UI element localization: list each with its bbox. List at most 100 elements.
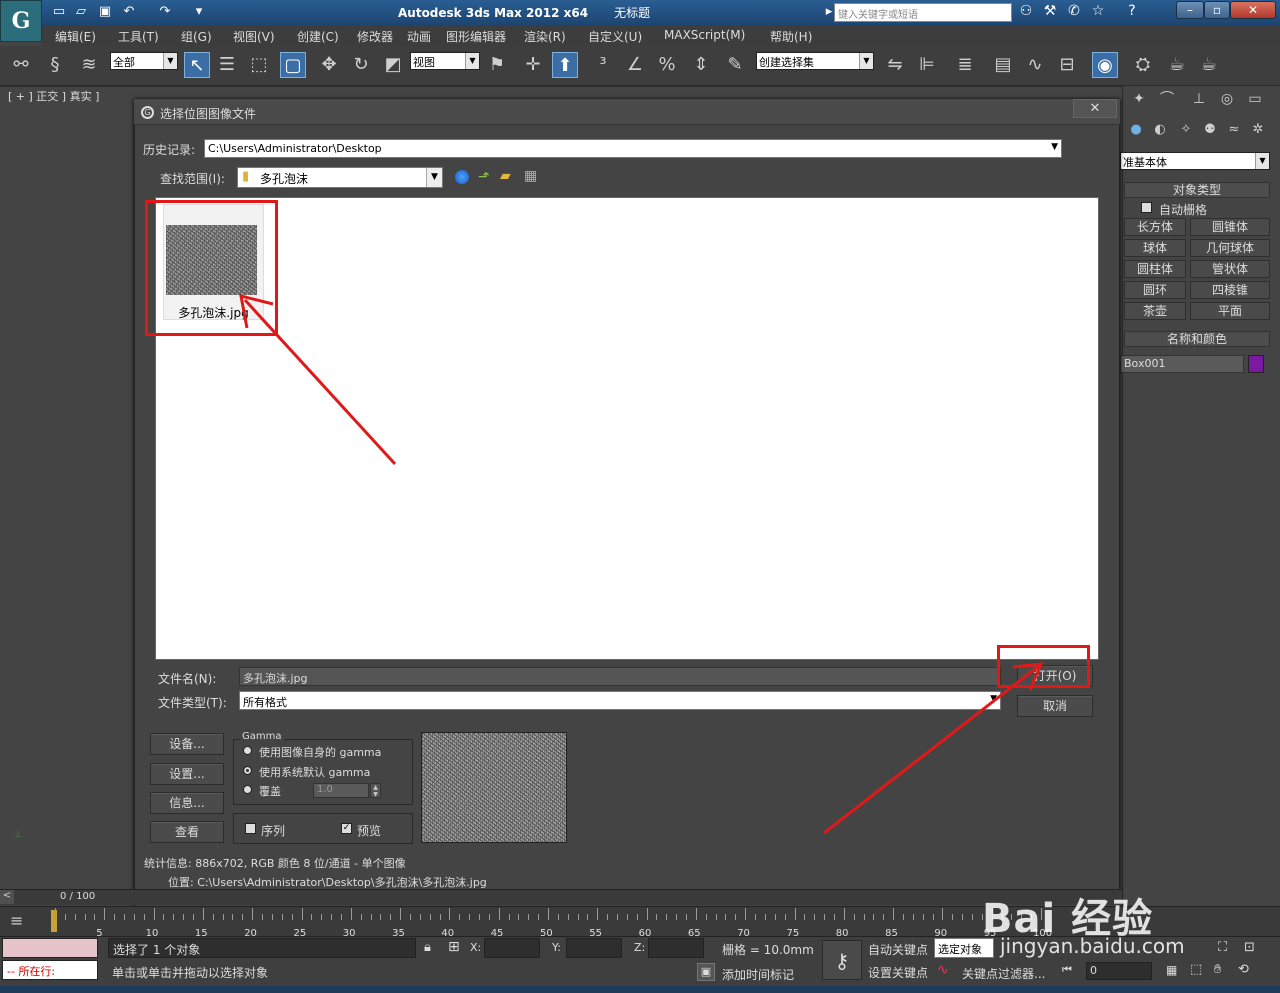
track-bar-tick-mark [528, 914, 530, 920]
track-bar-tick-mark [173, 914, 175, 920]
track-bar-tick-mark [478, 914, 480, 920]
selection-status: 选择了 1 个对象 [108, 938, 416, 958]
arrow-to-open [823, 662, 1044, 835]
track-bar-tick-mark [360, 914, 362, 920]
transform-mode-icon[interactable]: ⊞ [448, 939, 460, 955]
track-bar-tick-mark [755, 914, 757, 920]
track-bar-tick-mark [419, 914, 421, 920]
baidu-watermark-url: jingyan.baidu.com [1000, 934, 1185, 958]
time-slider-frame: 0 / 100 [60, 891, 96, 902]
track-bar-tick-mark [133, 914, 135, 920]
track-bar-tick-mark [212, 914, 214, 920]
track-bar-tick-mark [577, 914, 579, 920]
track-bar-tick-mark [281, 914, 283, 920]
track-bar-tick-mark [922, 914, 924, 920]
go-to-start-icon[interactable]: ⏮ [1062, 963, 1072, 977]
z-coordinate-field[interactable] [648, 938, 704, 958]
track-bar-tick-mark [380, 914, 382, 920]
track-bar-tick-mark [508, 914, 510, 920]
time-marker[interactable] [51, 910, 57, 932]
track-bar-tick-mark [291, 914, 293, 920]
track-bar-tick-mark [626, 914, 628, 920]
track-bar-tick-mark [409, 914, 411, 920]
track-bar-tick-mark [912, 914, 914, 920]
track-bar-tick-mark [636, 914, 638, 920]
pan-hand-icon[interactable]: ✋︎ [1214, 962, 1221, 977]
maximize-viewport-icon[interactable]: ⛶ [1218, 940, 1227, 955]
maxscript-listener-mini[interactable] [2, 938, 98, 958]
time-slider-prev-icon[interactable]: < [0, 890, 14, 904]
track-bar-tick-mark [252, 908, 254, 920]
mini-curve-editor-icon[interactable]: ≡ [10, 911, 23, 930]
track-bar-tick-mark [607, 914, 609, 920]
track-bar-tick-mark [400, 908, 402, 920]
time-tag-icon[interactable]: ▣ [697, 963, 715, 981]
track-bar-tick-mark [321, 914, 323, 920]
os-taskbar [0, 986, 1280, 993]
x-label: X: [470, 941, 482, 954]
track-bar-tick-mark [518, 914, 520, 920]
track-bar-tick-mark [902, 914, 904, 920]
auto-key-button[interactable]: 自动关键点 [868, 941, 928, 958]
current-frame-field[interactable]: 0 [1086, 962, 1152, 980]
track-bar-tick-mark [262, 914, 264, 920]
track-bar-tick-mark [488, 914, 490, 920]
track-bar-tick-mark [705, 914, 707, 920]
time-slider[interactable] [0, 889, 1122, 905]
track-bar-tick-mark [686, 914, 688, 920]
track-bar-tick-mark [202, 908, 204, 920]
track-bar-tick-mark [824, 914, 826, 920]
orbit-icon[interactable]: ⟲ [1238, 962, 1249, 977]
annotation-arrows [239, 293, 1044, 835]
track-bar-tick-mark [232, 914, 234, 920]
track-bar-tick-mark [735, 914, 737, 920]
track-bar-tick-mark [340, 914, 342, 920]
track-bar-tick-mark [64, 914, 66, 920]
track-bar-tick-mark [84, 914, 86, 920]
set-key-icon[interactable]: ⚷ [822, 940, 862, 980]
set-key-button[interactable]: 设置关键点 [868, 964, 928, 981]
track-bar-tick-mark [666, 914, 668, 920]
track-bar-tick-mark [784, 914, 786, 920]
track-bar-tick-mark [301, 908, 303, 920]
y-coordinate-field[interactable] [566, 938, 622, 958]
track-bar-tick-mark [183, 914, 185, 920]
key-curve-icon[interactable]: ∿ [937, 962, 949, 978]
track-bar-tick-mark [695, 908, 697, 920]
add-time-tag-button[interactable]: 添加时间标记 [722, 966, 794, 983]
track-bar-tick-mark [498, 908, 500, 920]
track-bar-tick-mark [804, 914, 806, 920]
track-bar-tick-mark [873, 914, 875, 920]
track-bar-tick-mark [370, 914, 372, 920]
track-bar-tick-mark [843, 908, 845, 920]
grid-size-text: 栅格 = 10.0mm [722, 943, 814, 957]
running-label: 所在行: [18, 965, 56, 978]
track-bar-tick-mark [833, 914, 835, 920]
z-label: Z: [634, 941, 646, 954]
track-bar-tick-mark [350, 908, 352, 920]
track-bar-tick-mark [676, 914, 678, 920]
track-bar-tick-mark [557, 914, 559, 920]
track-bar-tick-mark [74, 914, 76, 920]
track-bar-tick-mark [459, 914, 461, 920]
track-bar-tick-mark [429, 914, 431, 920]
track-bar-tick-mark [656, 914, 658, 920]
y-label: Y: [552, 941, 561, 954]
time-config-icon[interactable]: ▦ [1166, 963, 1177, 977]
zoom-extents-icon[interactable]: ⊡ [1244, 940, 1255, 955]
track-bar-tick-mark [390, 914, 392, 920]
zoom-region-icon[interactable]: ⬚ [1190, 962, 1202, 977]
track-bar-tick-mark [222, 914, 224, 920]
arrow-to-file [239, 293, 397, 466]
track-bar-tick-mark [617, 914, 619, 920]
track-bar-tick-mark [567, 914, 569, 920]
maxscript-line[interactable]: -- 所在行: [2, 960, 98, 980]
track-bar-tick-mark [331, 914, 333, 920]
key-filters-button[interactable]: 关键点过滤器... [962, 965, 1045, 982]
track-bar-tick-mark [932, 914, 934, 920]
track-bar-tick-mark [962, 914, 964, 920]
lock-selection-icon[interactable]: 🔒︎ [424, 940, 431, 955]
x-coordinate-field[interactable] [484, 938, 540, 958]
track-bar-tick-mark [745, 908, 747, 920]
track-bar-tick-mark [814, 914, 816, 920]
